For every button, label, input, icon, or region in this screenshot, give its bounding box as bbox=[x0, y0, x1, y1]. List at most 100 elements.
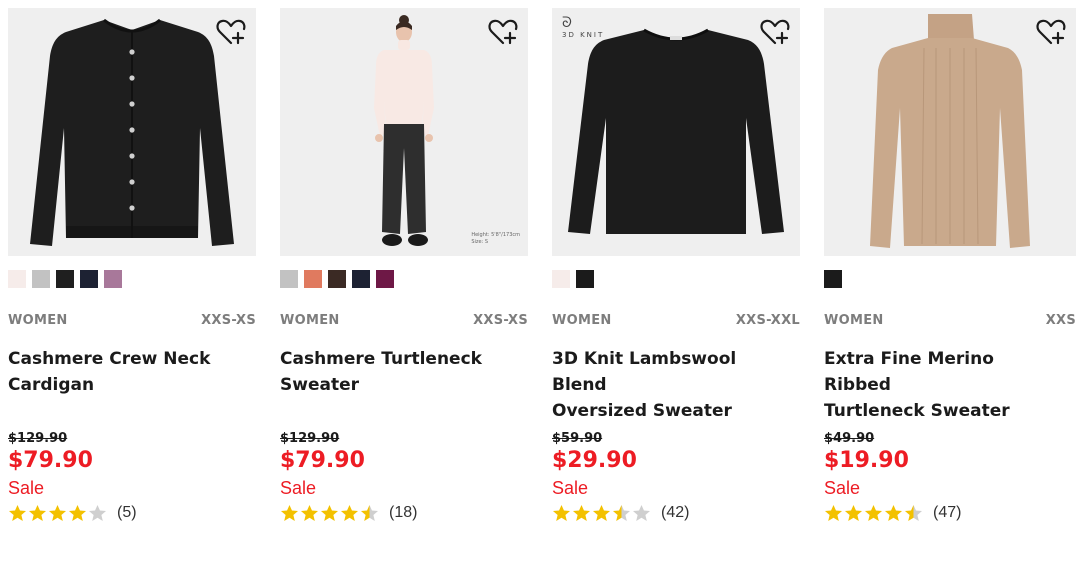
size-range: XXS bbox=[1045, 313, 1076, 328]
star-icon bbox=[552, 504, 571, 521]
product-title[interactable]: 3D Knit Lambswool Blend Oversized Sweate… bbox=[552, 346, 792, 421]
rating[interactable]: (5) bbox=[8, 502, 256, 524]
product-grid: WOMEN XXS-XS Cashmere Crew Neck Cardigan… bbox=[8, 8, 1076, 524]
star-icon bbox=[48, 504, 67, 521]
color-swatch[interactable] bbox=[280, 270, 298, 288]
star-icon bbox=[280, 504, 299, 521]
sale-label: Sale bbox=[280, 478, 317, 498]
product-card[interactable]: ᘐ 3D KNIT WOMEN XXS-XXL 3D Knit Lambswoo… bbox=[552, 8, 800, 524]
color-swatch[interactable] bbox=[8, 270, 26, 288]
product-card[interactable]: WOMEN XXS-XS Cashmere Crew Neck Cardigan… bbox=[8, 8, 256, 524]
product-meta: WOMEN XXS-XS bbox=[280, 313, 528, 328]
review-count: (42) bbox=[661, 504, 690, 521]
star-icon bbox=[320, 504, 339, 521]
star-icon bbox=[844, 504, 863, 521]
size-range: XXS-XS bbox=[473, 313, 528, 328]
color-swatch[interactable] bbox=[376, 270, 394, 288]
category-label: WOMEN bbox=[552, 313, 612, 328]
color-swatch[interactable] bbox=[552, 270, 570, 288]
review-count: (5) bbox=[117, 504, 137, 521]
product-meta: WOMEN XXS-XS bbox=[8, 313, 256, 328]
product-title-line: Sweater bbox=[280, 375, 359, 395]
product-card[interactable]: Height: 5'8"/173cm Size: S WOMEN XXS-XS … bbox=[280, 8, 528, 524]
product-meta: WOMEN XXS-XXL bbox=[552, 313, 800, 328]
color-swatch[interactable] bbox=[824, 270, 842, 288]
sale-price: $79.90 bbox=[280, 448, 365, 473]
color-swatch[interactable] bbox=[104, 270, 122, 288]
product-title-line: Oversized Sweater bbox=[552, 401, 732, 421]
star-icon bbox=[612, 504, 631, 521]
category-label: WOMEN bbox=[280, 313, 340, 328]
color-swatches bbox=[280, 270, 528, 288]
star-icon bbox=[340, 504, 359, 521]
rating[interactable]: (18) bbox=[280, 502, 528, 524]
rating-stars bbox=[8, 504, 107, 522]
model-height-text: Height: 5'8"/173cm bbox=[471, 232, 520, 238]
product-title[interactable]: Extra Fine Merino Ribbed Turtleneck Swea… bbox=[824, 346, 1064, 421]
star-icon bbox=[300, 504, 319, 521]
original-price: $129.90 bbox=[280, 431, 340, 446]
3d-knit-label: 3D KNIT bbox=[562, 31, 605, 39]
color-swatch[interactable] bbox=[304, 270, 322, 288]
product-title-line: Turtleneck Sweater bbox=[824, 401, 1010, 421]
color-swatch[interactable] bbox=[56, 270, 74, 288]
product-title-line: Cashmere Turtleneck bbox=[280, 349, 482, 369]
sale-price: $19.90 bbox=[824, 448, 909, 473]
rating-stars bbox=[280, 504, 379, 522]
color-swatches bbox=[824, 270, 1076, 288]
size-range: XXS-XS bbox=[201, 313, 256, 328]
color-swatch[interactable] bbox=[80, 270, 98, 288]
star-icon bbox=[592, 504, 611, 521]
rating-stars bbox=[552, 504, 651, 522]
product-title-line: Cashmere Crew Neck bbox=[8, 349, 211, 369]
category-label: WOMEN bbox=[824, 313, 884, 328]
color-swatch[interactable] bbox=[352, 270, 370, 288]
product-title[interactable]: Cashmere Crew Neck Cardigan bbox=[8, 346, 248, 398]
sale-label: Sale bbox=[8, 478, 45, 498]
product-card[interactable]: WOMEN XXS Extra Fine Merino Ribbed Turtl… bbox=[824, 8, 1076, 524]
star-icon bbox=[68, 504, 87, 521]
original-price: $49.90 bbox=[824, 431, 875, 446]
product-image[interactable] bbox=[824, 8, 1076, 256]
star-icon bbox=[824, 504, 843, 521]
star-icon bbox=[632, 504, 651, 521]
rating[interactable]: (47) bbox=[824, 502, 1076, 524]
star-icon bbox=[572, 504, 591, 521]
product-title-line: Cardigan bbox=[8, 375, 95, 395]
color-swatch[interactable] bbox=[576, 270, 594, 288]
color-swatch[interactable] bbox=[328, 270, 346, 288]
color-swatch[interactable] bbox=[32, 270, 50, 288]
sale-label: Sale bbox=[824, 478, 861, 498]
heart-plus-icon[interactable] bbox=[488, 18, 518, 46]
product-image[interactable] bbox=[8, 8, 256, 256]
product-meta: WOMEN XXS bbox=[824, 313, 1076, 328]
model-size-note: Height: 5'8"/173cm Size: S bbox=[471, 232, 520, 246]
star-icon bbox=[884, 504, 903, 521]
heart-plus-icon[interactable] bbox=[760, 18, 790, 46]
product-title[interactable]: Cashmere Turtleneck Sweater bbox=[280, 346, 520, 398]
sale-price: $79.90 bbox=[8, 448, 93, 473]
sale-label: Sale bbox=[552, 478, 589, 498]
model-size-text: Size: S bbox=[471, 239, 489, 245]
star-icon bbox=[864, 504, 883, 521]
original-price: $129.90 bbox=[8, 431, 68, 446]
product-image[interactable]: Height: 5'8"/173cm Size: S bbox=[280, 8, 528, 256]
size-range: XXS-XXL bbox=[735, 313, 800, 328]
heart-plus-icon[interactable] bbox=[216, 18, 246, 46]
sale-price: $29.90 bbox=[552, 448, 637, 473]
3d-knit-icon: ᘐ bbox=[562, 15, 572, 31]
product-title-line: 3D Knit Lambswool Blend bbox=[552, 349, 737, 395]
star-icon bbox=[360, 504, 379, 521]
heart-plus-icon[interactable] bbox=[1036, 18, 1066, 46]
star-icon bbox=[8, 504, 27, 521]
color-swatches bbox=[8, 270, 256, 288]
star-icon bbox=[904, 504, 923, 521]
star-icon bbox=[28, 504, 47, 521]
3d-knit-badge: ᘐ 3D KNIT bbox=[562, 16, 604, 39]
rating[interactable]: (42) bbox=[552, 502, 800, 524]
product-title-line: Extra Fine Merino Ribbed bbox=[824, 349, 994, 395]
star-icon bbox=[88, 504, 107, 521]
rating-stars bbox=[824, 504, 923, 522]
product-image[interactable]: ᘐ 3D KNIT bbox=[552, 8, 800, 256]
color-swatches bbox=[552, 270, 800, 288]
